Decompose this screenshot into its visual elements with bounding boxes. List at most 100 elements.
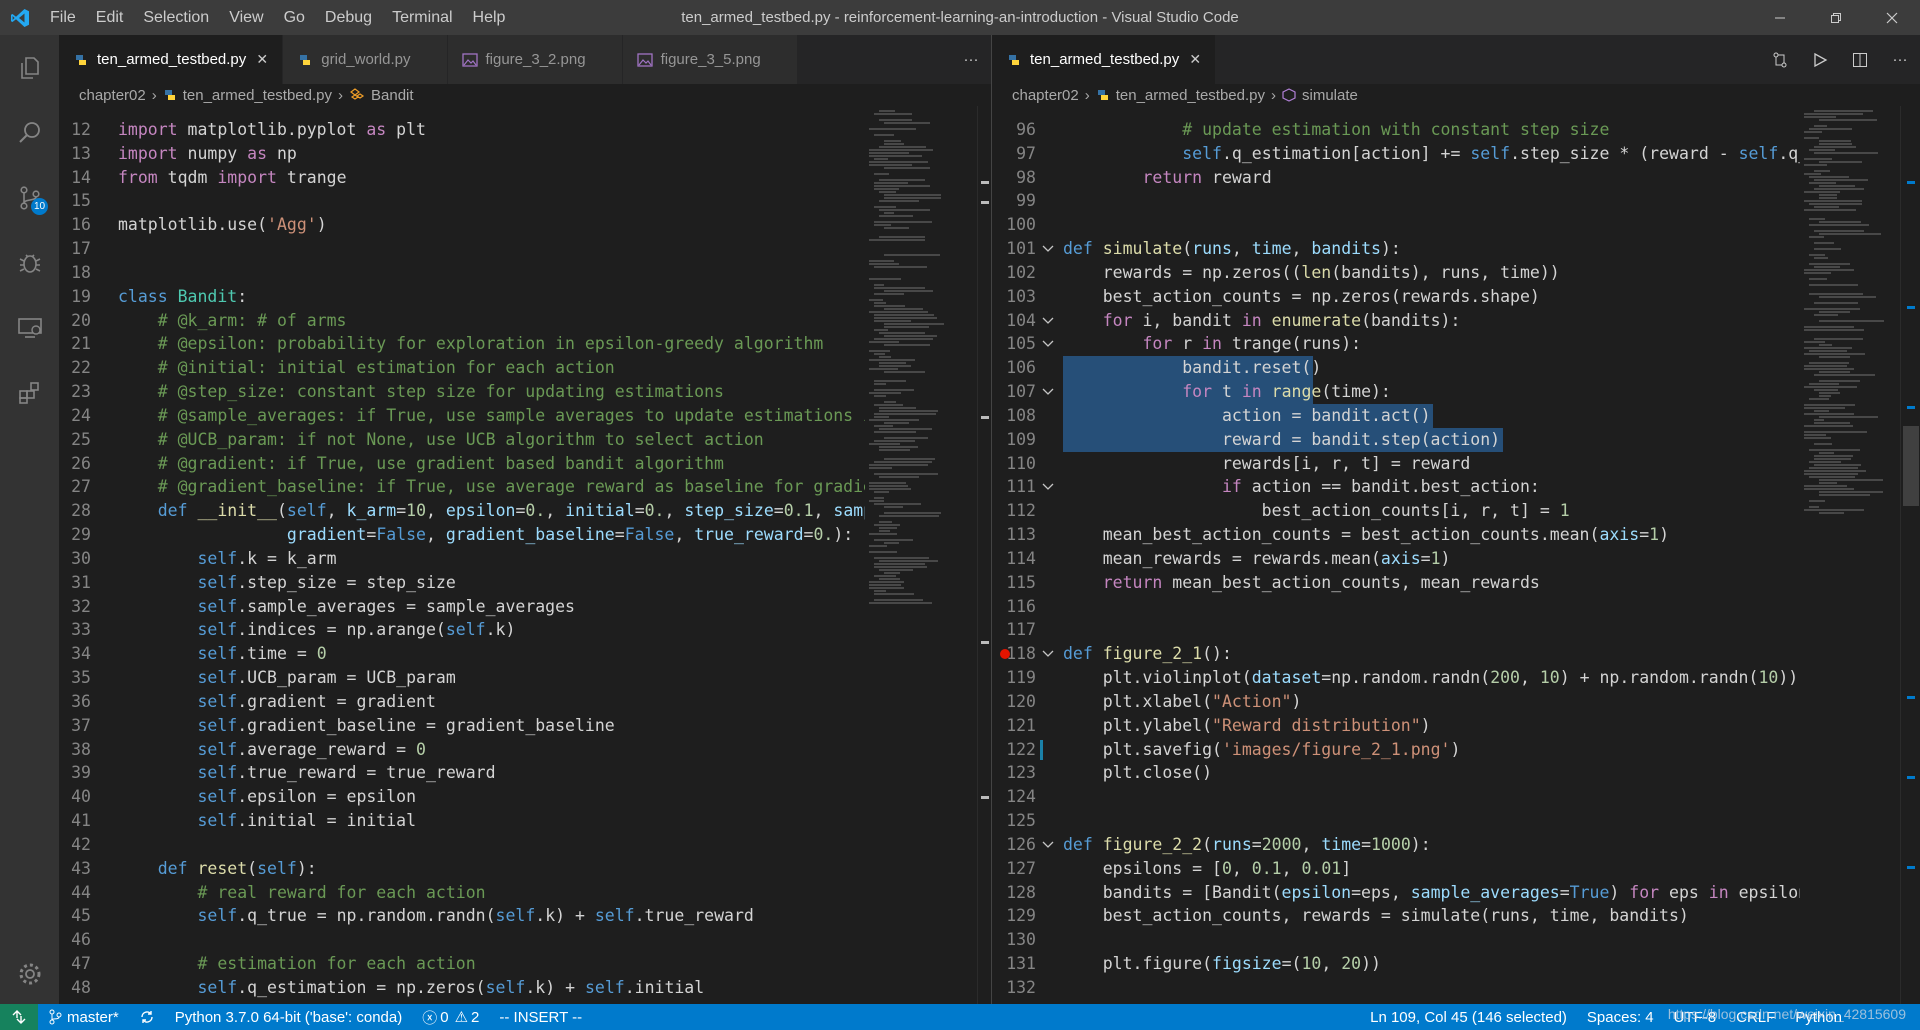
code-line: 96 # update estimation with constant ste… bbox=[992, 118, 1804, 142]
menu-item-selection[interactable]: Selection bbox=[133, 0, 219, 35]
scrollbar-thumb[interactable] bbox=[1903, 426, 1919, 506]
breadcrumb-file[interactable]: ten_armed_testbed.py bbox=[183, 87, 332, 104]
menu-item-file[interactable]: File bbox=[40, 0, 86, 35]
indentation[interactable]: Spaces: 4 bbox=[1577, 1004, 1664, 1030]
minimap-line bbox=[874, 575, 897, 577]
minimap-left[interactable] bbox=[865, 106, 955, 1004]
tab-grid-world-py[interactable]: grid_world.py ✕ bbox=[283, 35, 448, 84]
menu-item-edit[interactable]: Edit bbox=[86, 0, 134, 35]
minimap-line bbox=[1809, 383, 1839, 385]
explorer-icon[interactable] bbox=[0, 35, 59, 100]
minimap-line bbox=[1804, 341, 1826, 343]
minimap-line bbox=[879, 578, 901, 580]
tab-figure-3-5-png[interactable]: figure_3_5.png ✕ bbox=[622, 35, 798, 84]
problems-indicator[interactable]: ⓧ 0 ⚠ 2 bbox=[412, 1004, 489, 1030]
close-tab-icon[interactable]: ✕ bbox=[419, 51, 435, 68]
code-text: # real reward for each action bbox=[197, 882, 486, 902]
minimap-line bbox=[874, 329, 889, 331]
line-number: 25 bbox=[71, 429, 91, 449]
code-text: self.step_size = step_size bbox=[197, 572, 456, 592]
minimap-line bbox=[874, 221, 932, 223]
code-line: 34 self.time = 0 bbox=[59, 642, 871, 666]
sync-icon[interactable] bbox=[129, 1004, 165, 1030]
code-text: best_action_counts = np.zeros(rewards.sh… bbox=[1063, 286, 1540, 306]
search-icon[interactable] bbox=[0, 100, 59, 165]
git-branch[interactable]: master* bbox=[38, 1004, 129, 1030]
code-text: # @gradient_baseline: if True, use avera… bbox=[157, 477, 883, 497]
close-window-icon[interactable] bbox=[1864, 0, 1920, 35]
breadcrumb-folder[interactable]: chapter02 bbox=[79, 87, 146, 104]
menu-item-terminal[interactable]: Terminal bbox=[382, 0, 462, 35]
line-number: 21 bbox=[71, 334, 91, 354]
minimap-line bbox=[884, 458, 936, 460]
tab-ten-armed-testbed-py[interactable]: ten_armed_testbed.py ✕ bbox=[59, 35, 284, 84]
code-editor-left[interactable]: 12 import matplotlib.pyplot as plt 13 impor… bbox=[59, 106, 991, 1004]
remote-explorer-icon[interactable] bbox=[0, 295, 59, 360]
branch-label: master* bbox=[67, 1008, 119, 1026]
cursor-position[interactable]: Ln 109, Col 45 (146 selected) bbox=[1360, 1004, 1577, 1030]
breadcrumb-symbol[interactable]: simulate bbox=[1302, 87, 1358, 104]
menu-item-go[interactable]: Go bbox=[274, 0, 315, 35]
python-interpreter[interactable]: Python 3.7.0 64-bit ('base': conda) bbox=[165, 1004, 413, 1030]
minimap-right[interactable] bbox=[1800, 106, 1890, 1004]
chevron-right-icon: › bbox=[1084, 86, 1090, 104]
minimap-line bbox=[874, 440, 915, 442]
window-controls bbox=[1752, 0, 1920, 35]
close-tab-icon[interactable]: ✕ bbox=[1187, 51, 1203, 68]
line-number: 108 bbox=[1006, 405, 1036, 425]
debug-icon[interactable] bbox=[0, 230, 59, 295]
more-actions-icon[interactable]: ··· bbox=[951, 35, 991, 84]
scm-badge: 10 bbox=[31, 198, 48, 215]
minimap-line bbox=[1809, 398, 1829, 400]
more-actions-icon[interactable]: ··· bbox=[1880, 35, 1920, 84]
minimap-line bbox=[874, 287, 925, 289]
code-text: # @sample_averages: if True, use sample … bbox=[157, 405, 883, 425]
editor-group-left: ten_armed_testbed.py✕grid_world.py✕figur… bbox=[59, 35, 991, 1004]
tab-bar-left: ten_armed_testbed.py✕grid_world.py✕figur… bbox=[59, 35, 991, 84]
tab-figure-3-2-png[interactable]: figure_3_2.png ✕ bbox=[447, 35, 623, 84]
menu-item-view[interactable]: View bbox=[219, 0, 273, 35]
code-text: plt.xlabel("Action") bbox=[1063, 691, 1302, 711]
minimap-line bbox=[874, 317, 938, 319]
code-editor-right[interactable]: 96 # update estimation with constant ste… bbox=[992, 106, 1920, 1004]
close-tab-icon[interactable]: ✕ bbox=[594, 51, 610, 68]
tab-label: figure_3_5.png bbox=[660, 51, 761, 68]
scrollbar-right[interactable] bbox=[1900, 106, 1920, 1004]
minimap-line bbox=[884, 212, 895, 214]
breadcrumb-file[interactable]: ten_armed_testbed.py bbox=[1116, 87, 1265, 104]
code-line: 31 self.step_size = step_size bbox=[59, 571, 871, 595]
menu-item-debug[interactable]: Debug bbox=[315, 0, 382, 35]
line-number: 42 bbox=[71, 834, 91, 854]
close-tab-icon[interactable]: ✕ bbox=[254, 51, 270, 68]
minimap-line bbox=[1804, 488, 1855, 490]
python-file-icon bbox=[73, 52, 89, 68]
code-line: 97 self.q_estimation[action] += self.ste… bbox=[992, 142, 1828, 166]
source-control-icon[interactable]: 10 bbox=[0, 165, 59, 230]
code-text: def reset(self): bbox=[157, 858, 317, 878]
manage-gear-icon[interactable] bbox=[0, 944, 59, 1004]
menu-item-help[interactable]: Help bbox=[463, 0, 516, 35]
line-number: 103 bbox=[1006, 286, 1036, 306]
minimize-icon[interactable] bbox=[1752, 0, 1808, 35]
open-changes-icon[interactable] bbox=[1760, 35, 1800, 84]
breadcrumb-symbol[interactable]: Bandit bbox=[371, 87, 414, 104]
minimap-line bbox=[869, 359, 916, 361]
code-line: 23 # @step_size: constant step size for … bbox=[59, 380, 871, 404]
breadcrumb-folder[interactable]: chapter02 bbox=[1012, 87, 1079, 104]
minimap-line bbox=[1819, 395, 1832, 397]
minimap-line bbox=[1819, 119, 1878, 121]
remote-indicator-icon[interactable] bbox=[0, 1004, 38, 1030]
minimap-line bbox=[869, 602, 933, 604]
line-number: 24 bbox=[71, 405, 91, 425]
minimap-line bbox=[874, 134, 894, 136]
run-icon[interactable] bbox=[1800, 35, 1840, 84]
close-tab-icon[interactable]: ✕ bbox=[769, 51, 785, 68]
minimap-line bbox=[1809, 449, 1861, 451]
minimap-line bbox=[1814, 188, 1865, 190]
code-text: self.UCB_param = UCB_param bbox=[197, 668, 456, 688]
extensions-icon[interactable] bbox=[0, 360, 59, 425]
split-editor-icon[interactable] bbox=[1840, 35, 1880, 84]
tab-ten-armed-testbed-py[interactable]: ten_armed_testbed.py ✕ bbox=[992, 35, 1217, 84]
scrollbar-left[interactable] bbox=[977, 106, 991, 1004]
restore-icon[interactable] bbox=[1808, 0, 1864, 35]
